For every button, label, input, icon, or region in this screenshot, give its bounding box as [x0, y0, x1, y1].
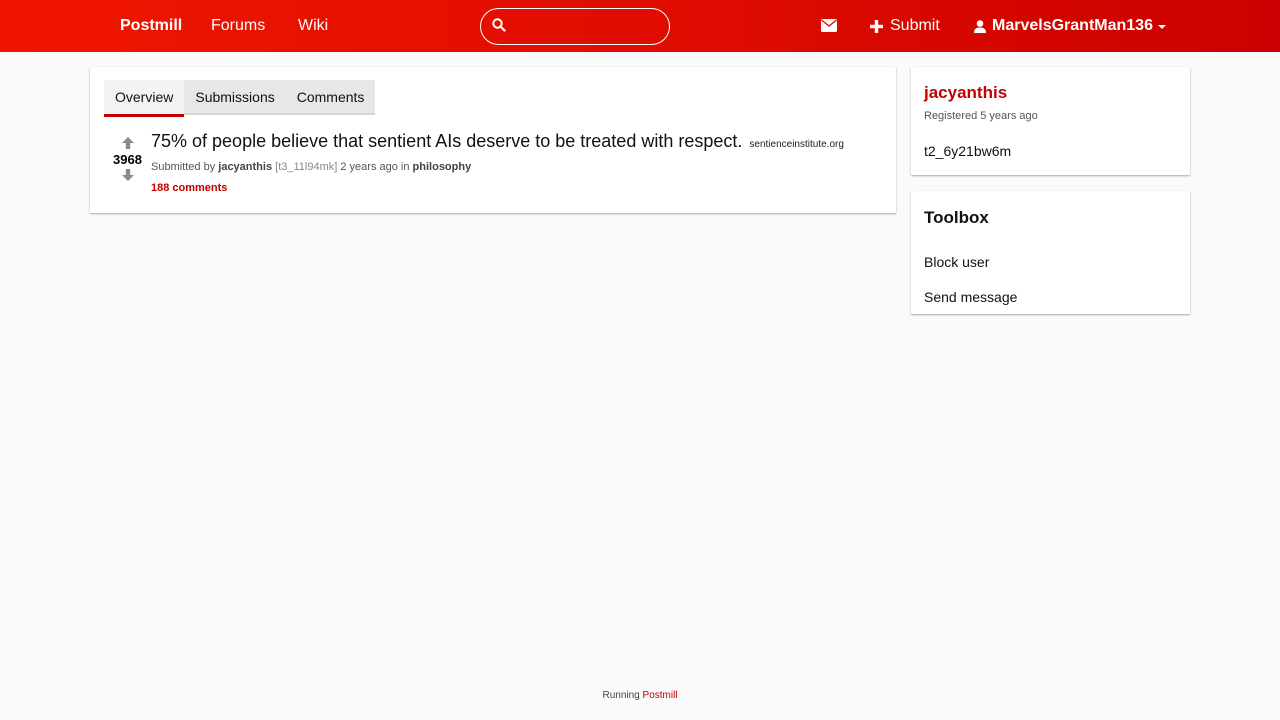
author-link[interactable]: jacyanthis: [218, 161, 272, 173]
nav-wiki-link[interactable]: Wiki: [298, 0, 328, 52]
post-domain: sentienceinstitute.org: [749, 139, 844, 150]
submit-button[interactable]: Submit: [870, 0, 940, 52]
footer: Running Postmill: [0, 690, 1280, 701]
chevron-down-icon: [1157, 25, 1166, 29]
user-menu[interactable]: MarvelsGrantMan136: [974, 0, 1166, 52]
toolbox-title: Toolbox: [924, 208, 989, 227]
search-box[interactable]: [480, 8, 670, 45]
post-heading: 75% of people believe that sentient AIs …: [151, 130, 844, 156]
submit-label: Submit: [890, 17, 940, 34]
user-icon: [974, 19, 986, 33]
profile-user-id: t2_6y21bw6m: [924, 143, 1012, 159]
plus-icon: [870, 19, 883, 33]
post-title-link[interactable]: 75% of people believe that sentient AIs …: [151, 131, 742, 151]
tab-overview[interactable]: Overview: [104, 80, 185, 117]
profile-registered: Registered 5 years ago: [924, 110, 1038, 122]
nav-forums-link[interactable]: Forums: [211, 0, 265, 52]
vote-box: 3968: [110, 137, 145, 181]
user-activity-card: Overview Submissions Comments 3968 75% o…: [90, 67, 896, 213]
profile-card: jacyanthis Registered 5 years ago t2_6y2…: [911, 67, 1190, 175]
forum-link[interactable]: philosophy: [413, 161, 472, 173]
profile-username[interactable]: jacyanthis: [924, 83, 1007, 103]
search-input[interactable]: [513, 15, 661, 39]
tab-comments[interactable]: Comments: [286, 80, 376, 115]
block-user-link[interactable]: Block user: [924, 254, 989, 270]
footer-postmill-link[interactable]: Postmill: [643, 690, 678, 701]
send-message-link[interactable]: Send message: [924, 289, 1017, 305]
mail-icon[interactable]: [821, 19, 837, 32]
search-icon: [492, 18, 506, 32]
submitted-by-label: Submitted by: [151, 161, 216, 173]
brand-link[interactable]: Postmill: [120, 0, 182, 52]
downvote-icon[interactable]: [121, 169, 134, 181]
post-score: 3968: [113, 152, 142, 167]
footer-text: Running: [602, 690, 640, 701]
profile-tabs: Overview Submissions Comments: [104, 80, 376, 117]
post-meta: Submitted by jacyanthis [t3_11l94mk] 2 y…: [151, 161, 471, 173]
post-id: [t3_11l94mk]: [275, 161, 338, 173]
top-navbar: Postmill Forums Wiki Submit MarvelsGrant…: [0, 0, 1280, 52]
post-time: 2 years ago in: [340, 161, 410, 173]
toolbox-card: Toolbox Block user Send message: [911, 191, 1190, 314]
comments-link[interactable]: 188 comments: [151, 182, 227, 194]
username-label: MarvelsGrantMan136: [992, 17, 1153, 34]
tab-submissions[interactable]: Submissions: [184, 80, 285, 115]
upvote-icon[interactable]: [121, 137, 134, 149]
